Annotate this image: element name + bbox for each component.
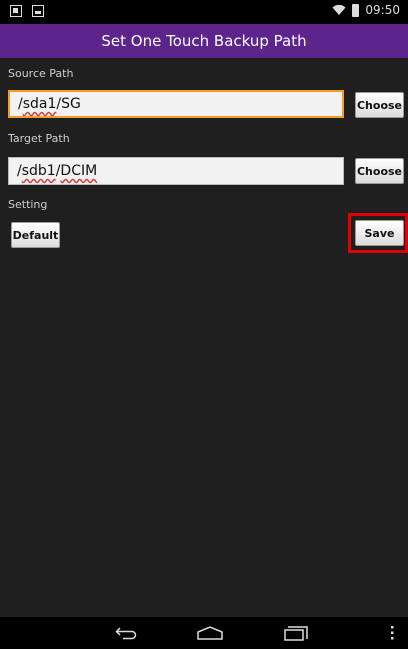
page-title: Set One Touch Backup Path [101, 32, 307, 50]
image-icon [32, 5, 44, 17]
default-button[interactable]: Default [11, 222, 60, 248]
save-button-highlight [348, 213, 408, 253]
target-path-folder: DCIM [60, 163, 98, 179]
battery-icon [352, 3, 360, 17]
recent-apps-icon [284, 626, 308, 641]
source-path-device: sda1 [22, 96, 57, 112]
target-path-label: Target Path [8, 132, 70, 145]
status-time: 09:50 [365, 3, 400, 17]
target-path-input[interactable]: / sdb1/DCIM [8, 157, 344, 185]
status-right: 09:50 [332, 3, 400, 17]
back-icon [115, 627, 137, 640]
title-bar: Set One Touch Backup Path [0, 24, 408, 58]
status-bar: 09:50 [0, 0, 408, 24]
menu-button[interactable] [380, 617, 404, 649]
back-button[interactable] [96, 617, 156, 649]
target-choose-button[interactable]: Choose [355, 158, 404, 184]
source-path-input[interactable]: / sda1/SG [8, 90, 344, 118]
home-icon [197, 626, 223, 640]
menu-icon [391, 626, 394, 640]
recent-apps-button[interactable] [266, 617, 326, 649]
nav-bar [0, 617, 408, 649]
target-path-device: sdb1 [21, 163, 56, 179]
home-button[interactable] [180, 617, 240, 649]
setting-label: Setting [8, 198, 48, 211]
source-choose-button[interactable]: Choose [355, 92, 404, 118]
screen: 09:50 Set One Touch Backup Path Source P… [0, 0, 408, 649]
notification-icon [10, 5, 22, 17]
status-left-icons [10, 5, 44, 17]
wifi-icon [332, 4, 346, 15]
source-path-label: Source Path [8, 67, 74, 80]
source-path-folder: /SG [56, 96, 81, 112]
